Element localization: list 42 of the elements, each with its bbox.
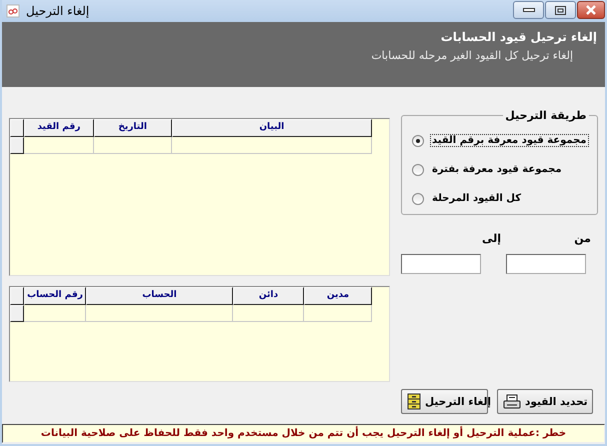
table-cell[interactable] [233,305,304,322]
column-header[interactable]: البيان [172,119,372,137]
row-header[interactable] [10,305,24,322]
radio-label[interactable]: مجموعة قيود معرفة برقم القيد [430,134,588,147]
row-header[interactable] [10,137,24,154]
column-header[interactable]: التاريخ [94,119,172,137]
cabinet-icon [407,393,421,410]
minimize-button[interactable] [513,1,544,19]
field-label: من [573,232,591,245]
maximize-button[interactable] [545,1,576,19]
grid-corner [10,287,24,305]
radio-label[interactable]: مجموعة قيود معرفة بفترة [430,163,564,176]
action-button[interactable]: إلغاء الترحيل [401,389,488,414]
column-header[interactable]: دائن [233,287,304,305]
radio-button[interactable] [412,164,424,176]
radio-label[interactable]: كل القيود المرحلة [430,192,524,205]
radio-button[interactable] [412,192,424,204]
minimize-icon [522,8,534,12]
radio-button[interactable] [412,134,424,146]
warning-message: خطر :عملية الترحيل أو إلغاء الترحيل يجب أن تتم من خلال مستخدم واحد فقط للحفاظ على صلاحية البيانات [2,424,605,443]
header-title: إلغاء ترحيل قيود الحسابات [440,30,597,44]
input-field[interactable] [401,254,481,274]
table-cell[interactable] [304,305,372,322]
header-subtitle: إلغاء ترحيل كل القيود الغير مرحله للحسابات [371,49,573,62]
column-header[interactable]: رقم الحساب [24,287,86,305]
app-icon [6,4,20,18]
close-button[interactable] [577,1,605,19]
input-field[interactable] [506,254,586,274]
maximize-icon [555,6,566,14]
table-cell[interactable] [94,137,172,154]
column-header[interactable]: رقم القيد [24,119,94,137]
close-icon [585,5,597,15]
column-header[interactable]: مدين [304,287,372,305]
action-button[interactable]: تحديد القيود [497,389,593,414]
table-cell[interactable] [86,305,233,322]
table-cell[interactable] [172,137,372,154]
grid-corner [10,119,24,137]
group-title: طريقة الترحيل [504,109,588,122]
window-title: إلغاء الترحيل [26,4,90,18]
printer-icon [503,394,521,410]
field-label: إلى [480,232,501,245]
column-header[interactable]: الحساب [86,287,233,305]
